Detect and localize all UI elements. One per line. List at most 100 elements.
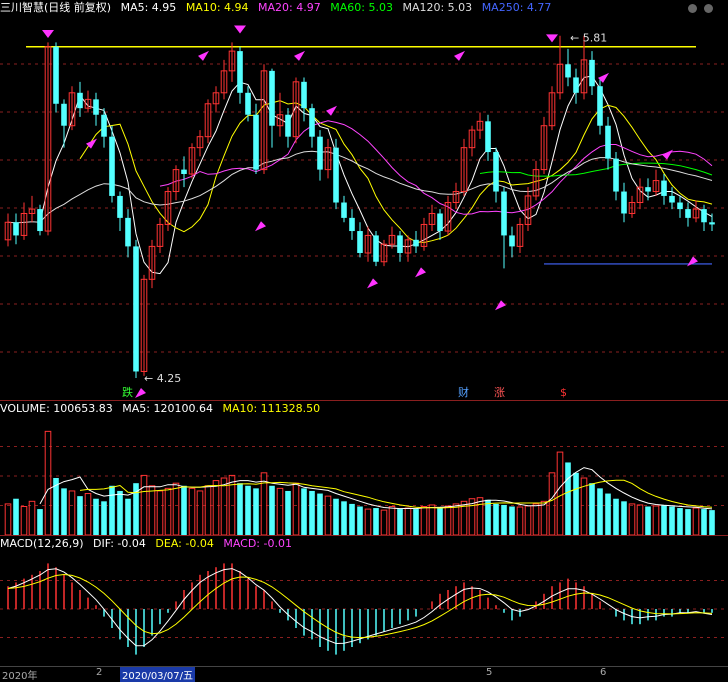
candlestick-chart: ← 5.81 ← 4.25 跌 财 涨 $ [0,25,728,399]
volume-bar [220,477,228,535]
arrow-marker-icon [135,388,146,399]
volume-bar [692,507,700,535]
candle-body [493,152,499,192]
low-price-label: ← 4.25 [144,372,181,385]
candle-body [109,136,115,196]
candle-body [589,59,595,87]
volume-bar [181,485,187,535]
arrow-marker-icon [687,256,698,267]
candle-body [245,92,251,115]
volume-bar [428,504,436,535]
volume-bar [493,503,499,535]
candle-body [645,187,651,192]
volume-bar [148,485,156,535]
arrow-marker-icon [198,50,209,61]
volume-bar [444,505,452,535]
volume-bar [301,488,307,535]
axis-line [0,666,728,667]
volume-bar [413,509,419,535]
volume-bar [605,493,611,535]
candle-body [597,86,603,126]
volume-bar [476,497,484,535]
candle-body [301,81,307,109]
volume-bar [20,506,28,535]
candle-body [357,231,363,253]
volume-bar [548,472,556,535]
candle-body [397,235,403,253]
volume-header: VOLUME: 100653.83 MA5: 120100.64 MA10: 1… [0,401,326,417]
candle-body [61,103,67,126]
macd-header: MACD(12,26,9) DIF: -0.04 DEA: -0.04 MACD… [0,536,298,552]
volume-bar [237,483,243,535]
candle-body [77,92,83,109]
volume-bar [349,503,355,535]
volume-bar [172,482,180,535]
macd-title: MACD(12,26,9) [0,537,84,550]
volume-bar [84,493,92,535]
volume-panel [0,417,728,535]
volume-bar [317,493,323,535]
volume-label: VOLUME: 100653.83 [0,402,113,415]
volume-bar [364,508,372,535]
main-chart-header: 三川智慧(日线 前复权) MA5: 4.95 MA10: 4.94 MA20: … [0,0,557,16]
arrow-marker-icon [294,50,305,61]
volume-bar [501,504,507,535]
candle-body [181,169,187,174]
candle-body [125,217,131,247]
volume-bar [77,496,83,535]
candle-body [37,209,43,232]
volume-chart [0,430,728,535]
ma60-label: MA60: 5.03 [330,1,393,14]
candle-body [485,121,491,153]
x-label-may: 5 [486,667,493,678]
candle-body [309,108,315,137]
volume-bar [204,485,212,535]
panel-option-icon[interactable] [688,4,697,13]
candle-body [677,202,683,210]
volume-bar [101,501,107,535]
arrow-marker-icon [326,105,337,116]
volume-bar [212,480,220,535]
volume-bar [269,485,275,535]
candle-body [709,222,715,225]
candle-body [613,158,619,192]
panel-close-icon[interactable] [704,4,713,13]
ma120-label: MA120: 5.03 [402,1,473,14]
volume-ma10-label: MA10: 111328.50 [222,402,321,415]
candle-body [621,191,627,214]
volume-bar [645,506,651,535]
candle-body [565,64,571,78]
low-marker: 跌 [122,385,133,399]
volume-bar [661,504,667,535]
x-label-year: 2020年 [2,671,38,682]
arrow-marker-icon [415,267,426,278]
volume-bar [341,501,347,535]
volume-ma5-label: MA5: 120100.64 [122,402,213,415]
volume-bar [245,485,251,535]
volume-bar [156,490,164,535]
arrow-marker-icon [454,50,465,61]
ma5-label: MA5: 4.95 [120,1,177,14]
candle-body [13,222,19,236]
x-label-jun: 6 [600,667,607,678]
event-marker: 涨 [494,386,505,399]
arrow-marker-icon [495,300,506,311]
volume-bar [388,506,396,535]
volume-bar [196,490,204,535]
macd-panel [0,552,728,666]
volume-bar [117,490,123,535]
candle-body [341,202,347,218]
candle-body [373,235,379,262]
volume-bar [452,503,460,535]
candle-body [253,114,259,170]
volume-bar [669,506,675,535]
volume-bar [164,487,172,535]
volume-bar [93,498,99,535]
candle-body [669,195,675,203]
volume-bar [565,462,571,535]
macd-chart [0,563,728,655]
volume-bar [597,488,603,535]
volume-bar [292,482,300,535]
candle-body [701,209,707,223]
volume-bar [709,510,715,535]
